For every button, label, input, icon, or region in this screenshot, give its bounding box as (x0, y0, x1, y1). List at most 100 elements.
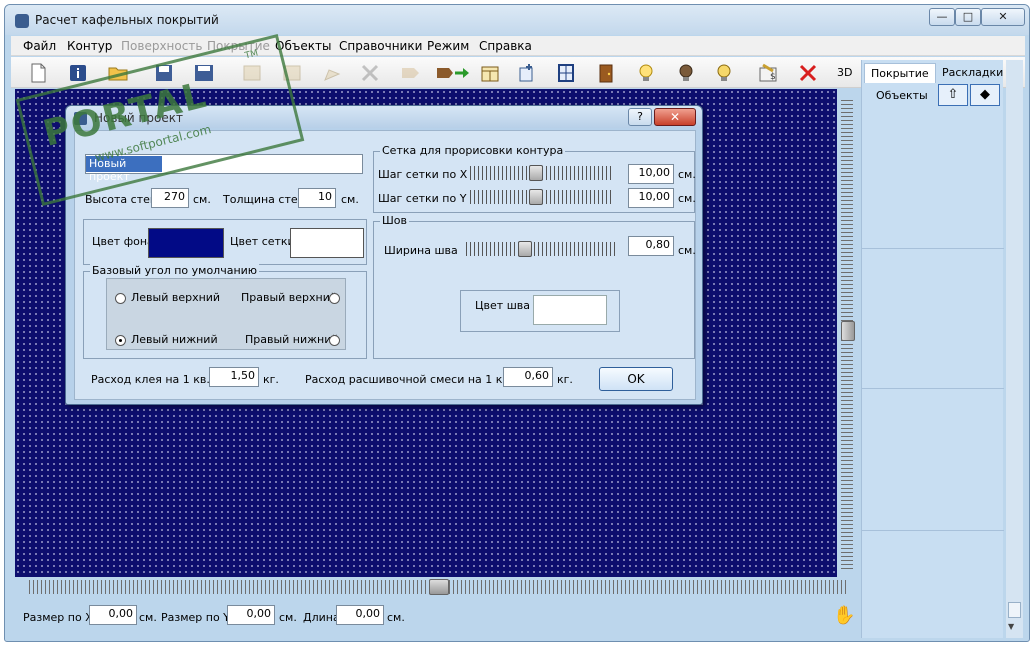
seam-width-slider[interactable] (466, 242, 616, 256)
grid-color-label: Цвет сетки (230, 235, 295, 248)
light-bulb-off-icon[interactable] (675, 62, 697, 84)
grid-step-x-unit: см. (678, 168, 696, 181)
grid-step-y-thumb[interactable] (529, 189, 543, 205)
size-y-label: Размер по Y (161, 611, 230, 624)
wall-thickness-label: Толщина стен (223, 193, 305, 206)
wall-thickness-field[interactable]: 10 (298, 188, 336, 208)
vertical-slider-thumb[interactable] (841, 321, 855, 341)
app-window: Расчет кафельных покрытий — □ ✕ Файл Кон… (4, 4, 1030, 642)
size-x-unit: см. (139, 611, 157, 624)
grid-settings-title: Сетка для прорисовки контура (380, 144, 566, 157)
bg-color-label: Цвет фона (92, 235, 154, 248)
new-file-icon[interactable] (27, 62, 49, 84)
corner-options-panel: Левый верхний Правый верхний Левый нижни… (106, 278, 346, 350)
radio-bottom-right[interactable] (329, 335, 340, 346)
length-unit: см. (387, 611, 405, 624)
hand-pan-icon[interactable]: ✋ (833, 605, 855, 626)
seam-width-unit: см. (678, 244, 696, 257)
wall-height-field[interactable]: 270 (151, 188, 189, 208)
window-object-icon[interactable] (555, 62, 577, 84)
glue-unit: кг. (263, 373, 279, 386)
radio-top-right[interactable] (329, 293, 340, 304)
grout-field[interactable]: 0,60 (503, 367, 553, 387)
radio-bottom-left-label: Левый нижний (131, 333, 218, 346)
help-button[interactable]: ? (628, 108, 652, 126)
app-icon (15, 14, 29, 28)
grid-step-y-field[interactable]: 10,00 (628, 188, 674, 208)
grid-step-x-field[interactable]: 10,00 (628, 164, 674, 184)
grid-color-swatch[interactable] (290, 228, 364, 258)
objects-up-icon[interactable]: ⇧ (938, 84, 968, 106)
right-scrollbar-thumb[interactable] (1008, 602, 1021, 618)
calculate-cost-icon[interactable]: $ (757, 62, 779, 84)
window-title: Расчет кафельных покрытий (35, 13, 219, 27)
tab-covering[interactable]: Покрытие (864, 63, 936, 83)
dialog-close-button[interactable]: ✕ (654, 108, 696, 126)
size-y-field[interactable]: 0,00 (227, 605, 275, 625)
wall-thickness-unit: см. (341, 193, 359, 206)
panel-divider (862, 530, 1004, 531)
surface-icon[interactable] (479, 62, 501, 84)
apply-to-surface-icon[interactable] (435, 62, 475, 84)
light-bulb-on-icon[interactable] (635, 62, 657, 84)
svg-text:$: $ (770, 72, 776, 82)
seam-title: Шов (380, 214, 409, 227)
grout-label: Расход расшивочной смеси на 1 кв.м. (305, 373, 525, 386)
add-object-icon[interactable] (515, 62, 537, 84)
glue-label: Расход клея на 1 кв.м. (91, 373, 222, 386)
grout-unit: кг. (557, 373, 573, 386)
grid-step-x-thumb[interactable] (529, 165, 543, 181)
seam-color-label: Цвет шва (475, 299, 530, 312)
wall-height-unit: см. (193, 193, 211, 206)
menu-bar: Файл Контур Поверхность Покрытие Объекты… (11, 36, 1025, 56)
light-bulb-icon[interactable] (713, 62, 735, 84)
panel-divider (862, 388, 1004, 389)
grid-step-y-label: Шаг сетки по Y (378, 192, 467, 205)
wall-height-label: Высота стен (85, 193, 158, 206)
base-angle-group: Базовый угол по умолчанию Левый верхний … (83, 264, 367, 359)
scroll-down-arrow-icon[interactable]: ▼ (1008, 622, 1014, 631)
bg-color-swatch[interactable] (148, 228, 224, 258)
menu-help[interactable]: Справка (479, 39, 532, 53)
menu-objects[interactable]: Объекты (275, 39, 331, 53)
tag-icon[interactable] (399, 62, 421, 84)
grid-step-x-label: Шаг сетки по X (378, 168, 468, 181)
radio-bottom-left[interactable] (115, 335, 126, 346)
size-x-label: Размер по X (23, 611, 93, 624)
seam-width-field[interactable]: 0,80 (628, 236, 674, 256)
length-label: Длина (303, 611, 340, 624)
glue-field[interactable]: 1,50 (209, 367, 259, 387)
right-panel: Покрытие Раскладки Объекты ⇧ ◆ (861, 60, 1004, 638)
base-angle-title: Базовый угол по умолчанию (90, 264, 260, 277)
tab-layouts[interactable]: Раскладки (936, 63, 1009, 83)
maximize-button[interactable]: □ (955, 8, 981, 26)
radio-top-left[interactable] (115, 293, 126, 304)
close-button[interactable]: ✕ (981, 8, 1025, 26)
minimize-button[interactable]: — (929, 8, 955, 26)
delete-icon[interactable] (797, 62, 819, 84)
menu-references[interactable]: Справочники (339, 39, 422, 53)
door-object-icon[interactable] (595, 62, 617, 84)
objects-3d-icon[interactable]: ◆ (970, 84, 1000, 106)
menu-contour[interactable]: Контур (67, 39, 112, 53)
edit-contour-icon[interactable] (321, 62, 343, 84)
length-field[interactable]: 0,00 (336, 605, 384, 625)
horizontal-slider-thumb[interactable] (429, 579, 449, 595)
menu-file[interactable]: Файл (23, 39, 56, 53)
ok-button[interactable]: OK (599, 367, 673, 391)
colors-group: Цвет фона Цвет сетки (83, 219, 367, 265)
right-panel-scrollbar[interactable] (1006, 60, 1023, 638)
seam-color-swatch[interactable] (533, 295, 607, 325)
radio-bottom-right-label: Правый нижний (245, 333, 339, 346)
seam-width-thumb[interactable] (518, 241, 532, 257)
3d-view-button[interactable]: 3D (837, 66, 852, 79)
watermark-tm: TM (243, 48, 260, 62)
size-x-field[interactable]: 0,00 (89, 605, 137, 625)
delete-contour-icon[interactable] (359, 62, 381, 84)
menu-mode[interactable]: Режим (427, 39, 469, 53)
menu-surface[interactable]: Поверхность (121, 39, 202, 53)
radio-top-right-label: Правый верхний (241, 291, 338, 304)
objects-label: Объекты (876, 89, 928, 102)
panel-divider (862, 248, 1004, 249)
grid-settings-group: Сетка для прорисовки контура Шаг сетки п… (373, 144, 696, 213)
